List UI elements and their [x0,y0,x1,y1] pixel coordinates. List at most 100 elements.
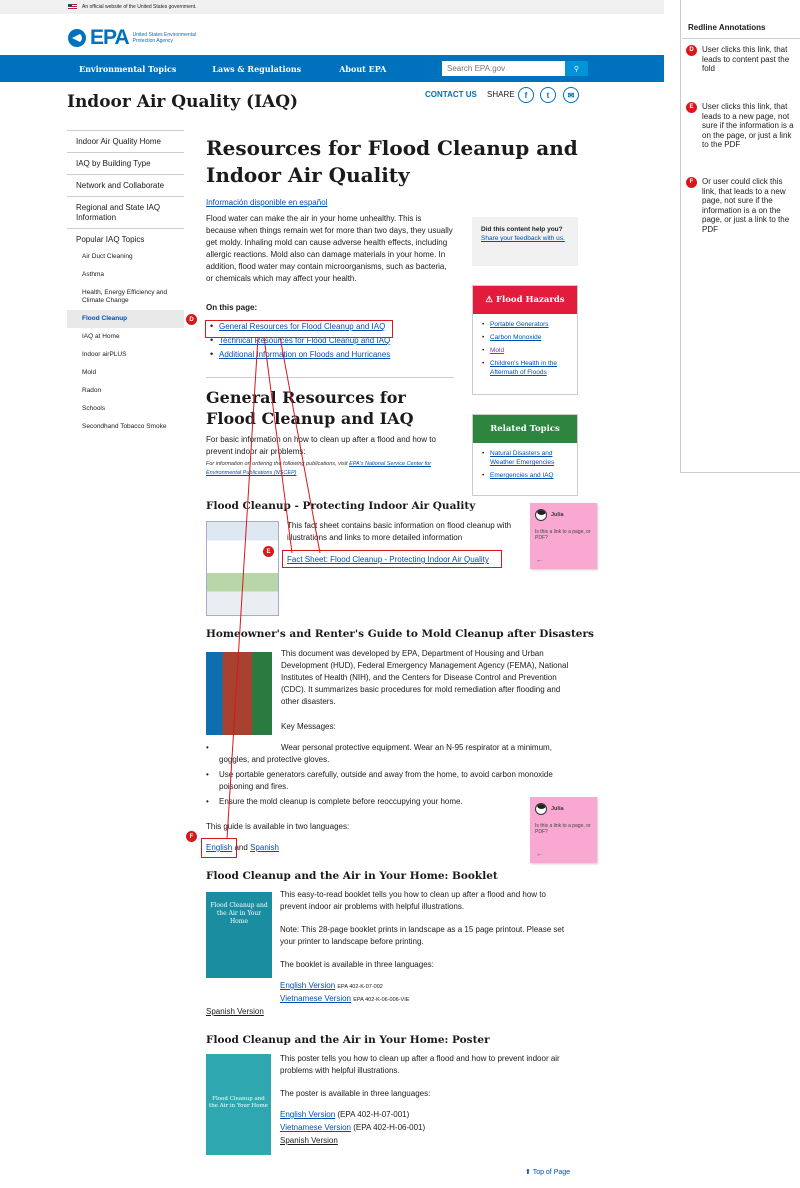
poster-english-row: English Version (EPA 402-H-07-001) [280,1110,410,1119]
poster-thumbnail[interactable]: Flood Cleanup and the Air in Your Home [206,1054,271,1155]
related-topics-header: Related Topics [473,415,577,443]
nav-environmental-topics[interactable]: Environmental Topics [79,64,176,74]
key-message-item: • Ensure the mold cleanup is complete bef… [206,797,463,806]
nav-about-epa[interactable]: About EPA [339,64,386,74]
booklet-english-row: English Version EPA 402-K-07-002 [280,981,383,990]
annotation-marker: F [686,177,697,188]
sidebar-sub-secondhand-smoke[interactable]: Secondhand Tobacco Smoke [67,418,184,436]
sticky-note[interactable]: Julia Is this a link to a page, or PDF? … [530,797,597,863]
spanish-info-link[interactable]: Información disponible en español [206,198,584,207]
arrow-up-icon: ⬆ [525,1169,533,1176]
annotation-marker: E [686,102,697,113]
sidebar-item-building-type[interactable]: IAQ by Building Type [67,153,184,175]
factsheet-desc: This fact sheet contains basic informati… [287,521,512,542]
related-topics-list: Natural Disasters and Weather Emergencie… [473,443,577,491]
booklet-desc: This easy-to-read booklet tells you how … [280,890,546,911]
sidebar-sub-mold[interactable]: Mold [67,364,184,382]
booklet-vietnamese-link[interactable]: Vietnamese Version [280,994,351,1003]
sticky-author: Julia [535,803,592,815]
guide-languages-note: This guide is available in two languages… [206,822,350,831]
key-messages-list: • Wear personal protective equipment. Wea… [206,742,576,808]
list-item: Carbon Monoxide [482,333,569,342]
toc-link-additional[interactable]: Additional Information on Floods and Hur… [219,350,390,359]
on-this-page-heading: On this page: [206,303,258,312]
hazard-link-generators[interactable]: Portable Generators [490,321,549,328]
search-button[interactable]: ⚲ [565,61,588,76]
search-input[interactable] [442,61,565,76]
gov-banner: An official website of the United States… [0,0,664,14]
nav-laws-regulations[interactable]: Laws & Regulations [212,64,301,74]
epa-logo[interactable]: EPA United States Environmental Protecti… [68,26,203,50]
epa-logo-icon [68,29,86,47]
sidebar-item-iaq-home[interactable]: Indoor Air Quality Home [67,130,184,153]
twitter-icon[interactable]: t [540,87,556,103]
key-message-item: • Use portable generators carefully, outs… [206,770,553,791]
sidebar-sub-iaq-home[interactable]: IAQ at Home [67,328,184,346]
warning-icon: ⚠ [485,295,496,305]
guide-spanish-link[interactable]: Spanish [250,843,279,852]
booklet-title: Flood Cleanup and the Air in Your Home: … [206,870,498,882]
avatar [535,509,547,521]
toc-item: Additional Information on Floods and Hur… [210,349,460,359]
list-item: Mold [482,346,569,355]
mold-guide-desc: This document was developed by EPA, Depa… [281,649,569,706]
sidebar-sub-indoor-airplus[interactable]: Indoor airPLUS [67,346,184,364]
poster-vietnamese-row: Vietnamese Version (EPA 402-H-06-001) [280,1123,426,1132]
mold-guide-thumbnail[interactable] [206,652,272,735]
email-icon[interactable]: ✉ [563,87,579,103]
poster-spanish-link[interactable]: Spanish Version [280,1135,338,1147]
hazard-link-mold[interactable]: Mold [490,347,504,354]
ordering-prefix: For information on ordering the followin… [206,461,350,467]
booklet-spanish-link[interactable]: Spanish Version [206,1006,264,1018]
sticky-text: Is this a link to a page, or PDF? [535,529,591,541]
arrow-left-icon: ← [536,851,543,858]
related-link-emergencies[interactable]: Emergencies and IAQ [490,472,554,479]
related-link-natural-disasters[interactable]: Natural Disasters and Weather Emergencie… [490,450,554,466]
flood-hazards-box: ⚠ Flood Hazards Portable Generators Carb… [472,285,578,395]
booklet-thumbnail[interactable]: Flood Cleanup and the Air in Your Home [206,892,272,978]
factsheet-thumbnail[interactable] [206,521,279,616]
epa-wordmark: EPA [90,26,130,49]
redline-marker-f: F [186,831,197,842]
booklet-english-link[interactable]: English Version [280,981,335,990]
sidebar-sub-asthma[interactable]: Asthma [67,266,184,284]
sidebar-sub-flood-cleanup[interactable]: Flood Cleanup [67,310,184,328]
hazard-link-carbon-monoxide[interactable]: Carbon Monoxide [490,334,541,341]
contact-us-link[interactable]: CONTACT US [425,90,477,99]
list-item: Children's Health in the Aftermath of Fl… [482,359,569,377]
sidebar-item-network[interactable]: Network and Collaborate [67,175,184,197]
flood-hazards-list: Portable Generators Carbon Monoxide Mold… [473,314,577,388]
sidebar-sub-health-energy[interactable]: Health, Energy Efficiency and Climate Ch… [67,284,184,310]
booklet-vietnamese-row: Vietnamese Version EPA 402-K-06-006-VIE [280,994,410,1003]
sidebar-item-regional[interactable]: Regional and State IAQ Information [67,197,184,229]
list-item: Emergencies and IAQ [482,471,569,480]
section-intro: For basic information on how to clean up… [206,435,436,456]
feedback-link[interactable]: Share your feedback with us. [481,235,565,242]
sidebar-sub-air-duct[interactable]: Air Duct Cleaning [67,248,184,266]
intro-paragraph: Flood water can make the air in your hom… [206,214,453,283]
poster-title: Flood Cleanup and the Air in Your Home: … [206,1034,490,1046]
divider [206,377,454,378]
sidebar-group-title[interactable]: Popular IAQ Topics [67,229,184,248]
key-message-item: • Wear personal protective equipment. Wea… [206,743,552,764]
annotation-text: Or user could click this link, that lead… [702,177,790,234]
redline-marker-d: D [186,314,197,325]
ordering-note: For information on ordering the followin… [206,460,456,478]
facebook-icon[interactable]: f [518,87,534,103]
main-nav: Environmental Topics Laws & Regulations … [0,55,664,82]
hazard-link-childrens-health[interactable]: Children's Health in the Aftermath of Fl… [490,360,557,376]
sidebar-sub-radon[interactable]: Radon [67,382,184,400]
booklet-languages-note: The booklet is available in three langua… [280,960,434,969]
share-label: SHARE [487,90,515,99]
list-item: Natural Disasters and Weather Emergencie… [482,449,569,467]
annotations-title: Redline Annotations [688,23,766,32]
top-of-page-link[interactable]: ⬆ Top of Page [525,1168,570,1176]
annotation-marker: D [686,45,697,56]
sidebar-sub-schools[interactable]: Schools [67,400,184,418]
arrow-left-icon: ← [536,557,543,564]
sticky-note[interactable]: Julia Is this a link to a page, or PDF? … [530,503,597,569]
us-flag-icon [68,4,77,10]
poster-vietnamese-link[interactable]: Vietnamese Version [280,1123,351,1132]
annotation-item-f: F Or user could click this link, that le… [686,177,794,234]
poster-english-link[interactable]: English Version [280,1110,335,1119]
